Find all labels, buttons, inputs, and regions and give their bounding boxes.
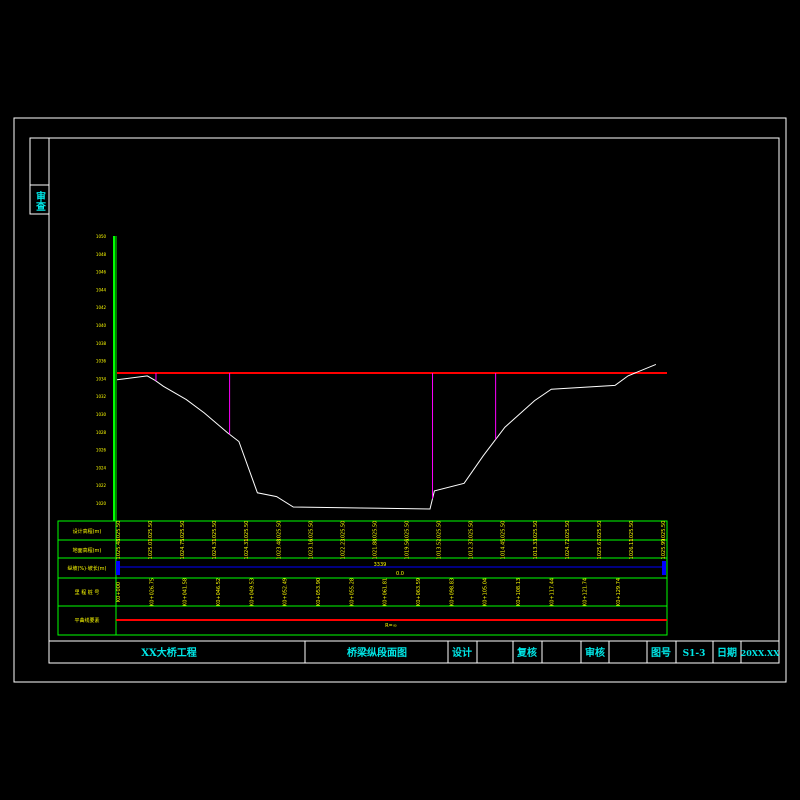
elevation-tick-label: 1044 (96, 287, 107, 292)
design-elev-cell: 1025.50 (212, 521, 218, 542)
station-cell: K0+055.28 (349, 578, 355, 606)
elevation-tick-label: 1026 (96, 448, 107, 453)
drawing-number-value: S1-3 (683, 649, 706, 659)
elevation-tick-label: 1036 (96, 359, 107, 364)
design-elev-cell: 1025.50 (116, 521, 122, 542)
profile-table: 设计高程(m) 地面高程(m) 纵坡(%)·坡长(m) 里 程 桩 号 平曲线要… (57, 520, 668, 636)
station-cell: K0+121.74 (583, 578, 589, 606)
design-elev-cell: 1025.50 (276, 521, 282, 542)
ground-elev-cell: 1022.23 (340, 539, 346, 560)
ground-elev-cells: 1025.48 1025.01 1024.75 1024.31 1024.31 1023.… (116, 539, 667, 560)
station-cell: K0+105.04 (483, 578, 489, 606)
ground-elev-cell: 1025.99 (661, 539, 667, 560)
ground-elev-cell: 1025.67 (597, 539, 603, 560)
ground-elev-cell: 1013.33 (533, 539, 539, 560)
elevation-tick-label: 1048 (96, 252, 107, 257)
station-cell: K0+063.59 (416, 578, 422, 606)
profile-plot (116, 363, 667, 510)
station-cell: K0+053.90 (316, 578, 322, 606)
design-elev-cell: 1025.50 (661, 521, 667, 542)
design-elev-cell: 1025.50 (308, 521, 314, 542)
elevation-tick-label: 1034 (96, 376, 107, 381)
station-cell: K0+098.83 (449, 578, 455, 606)
elevation-tick-label: 1038 (96, 341, 107, 346)
drawing-sheet: 审查 1050104810461044104210401038103610341… (13, 117, 787, 683)
drawing-title: 桥梁纵段面图 (347, 646, 407, 659)
slope-length-text: 3339 (374, 562, 387, 568)
station-cell: K0+049.53 (249, 578, 255, 606)
station-cell: K0+061.81 (383, 578, 389, 606)
inner-frame (48, 137, 780, 664)
station-cell: K0+000 (116, 582, 122, 602)
elevation-tick-label: 1030 (96, 412, 107, 417)
slope-grade-text: 0.0 (396, 571, 404, 577)
ground-elev-cell: 1019.56 (405, 539, 411, 560)
side-stamp-text: 审查 (34, 190, 47, 211)
design-elev-cell: 1025.50 (437, 521, 443, 542)
audit-label: 审核 (585, 646, 605, 659)
ground-elev-cell: 1023.48 (276, 539, 282, 560)
ground-elev-cell: 1024.75 (180, 539, 186, 560)
station-cells: K0+000 K0+026.75 K0+041.58 K0+046.52 K0+049.… (116, 578, 622, 606)
drawing-number-label: 图号 (651, 647, 671, 659)
ground-elev-cell: 1025.01 (148, 539, 154, 560)
review-label: 复核 (516, 646, 537, 659)
ground-profile-line (116, 363, 657, 510)
ground-elev-cell: 1024.31 (212, 539, 218, 560)
ground-elev-cell: 1025.48 (116, 539, 122, 560)
row-label-ground-elev: 地面高程(m) (73, 547, 102, 554)
ground-elev-cell: 1013.52 (437, 539, 443, 560)
elevation-tick-label: 1028 (96, 430, 107, 435)
design-elev-cell: 1025.50 (565, 521, 571, 542)
design-elev-cell: 1025.50 (340, 521, 346, 542)
ground-elev-cell: 1024.72 (565, 539, 571, 560)
project-name: XX大桥工程 (141, 646, 197, 659)
design-elev-cell: 1025.50 (180, 521, 186, 542)
elevation-ticks: 1050 1048 1046 1044 1042 1040 1038 1036 1034 1032… (96, 234, 107, 506)
title-block: XX大桥工程 桥梁纵段面图 设计 复核 审核 图号 S1-3 日期 20XX.X… (49, 640, 781, 663)
design-elev-cell: 1025.50 (148, 521, 154, 542)
row-label-slope: 纵坡(%)·坡长(m) (67, 565, 106, 572)
design-elev-cell: 1025.50 (405, 521, 411, 542)
ground-elev-cell: 1026.11 (629, 539, 635, 560)
date-label: 日期 (717, 646, 737, 659)
ground-elev-cell: 1014.45 (501, 539, 507, 560)
design-elev-cell: 1025.50 (629, 521, 635, 542)
ground-elev-cell: 1023.16 (308, 539, 314, 560)
station-cell: K0+117.44 (549, 578, 555, 606)
design-elev-cell: 1025.50 (501, 521, 507, 542)
design-elev-cell: 1025.50 (373, 521, 379, 542)
elevation-tick-label: 1042 (96, 305, 107, 310)
row-label-station: 里 程 桩 号 (75, 589, 100, 596)
station-cell: K0+052.49 (283, 578, 289, 606)
curve-label: R=∞ (385, 623, 397, 629)
design-elev-cell: 1025.50 (469, 521, 475, 542)
elevation-tick-label: 1022 (96, 483, 107, 488)
design-elev-cell: 1025.50 (244, 521, 250, 542)
elevation-tick-label: 1032 (96, 394, 107, 399)
design-elev-cell: 1025.50 (533, 521, 539, 542)
ground-elev-cell: 1021.88 (373, 539, 379, 560)
row-label-curve: 平曲线要素 (74, 617, 99, 624)
elevation-tick-label: 1024 (96, 465, 107, 470)
station-cell: K0+046.52 (216, 578, 222, 606)
elevation-tick-label: 1040 (96, 323, 107, 328)
station-cell: K0+026.75 (149, 578, 155, 606)
station-cell: K0+041.58 (183, 578, 189, 606)
elevation-tick-label: 1046 (96, 270, 107, 275)
station-cell: K0+108.13 (516, 578, 522, 606)
elevation-tick-label: 1020 (96, 501, 107, 506)
design-elev-cells: 1025.50 1025.50 1025.50 1025.50 1025.50 1025.… (116, 521, 667, 542)
ground-elev-cell: 1012.37 (469, 539, 475, 560)
design-label: 设计 (452, 646, 472, 659)
outer-frame (13, 117, 787, 683)
ground-elev-cell: 1024.31 (244, 539, 250, 560)
date-value: 20XX.XX (741, 648, 781, 658)
station-cell: K0+129.74 (616, 578, 622, 606)
elevation-tick-label: 1050 (96, 234, 107, 239)
row-label-design-elev: 设计高程(m) (73, 528, 102, 535)
slope-marker-start (116, 561, 120, 575)
slope-marker-end (662, 561, 666, 575)
design-elev-cell: 1025.50 (597, 521, 603, 542)
